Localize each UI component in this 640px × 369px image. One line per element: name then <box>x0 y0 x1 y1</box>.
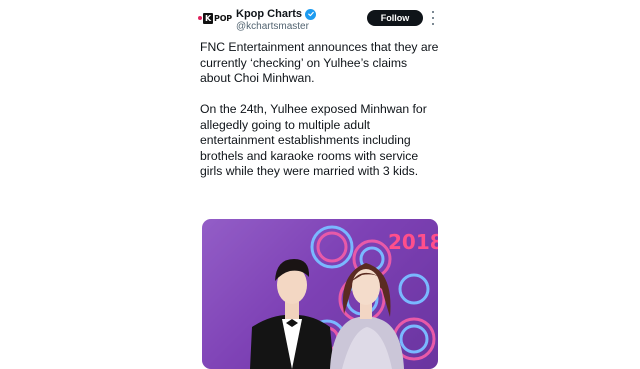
display-name[interactable]: Kpop Charts <box>236 8 302 20</box>
tweet-card: K POP Kpop Charts @kchartsmaster Follow … <box>198 0 440 369</box>
follow-button[interactable]: Follow <box>367 10 423 26</box>
tweet-photo[interactable]: 2018 <box>202 219 438 369</box>
sign-digits: 2018 <box>388 230 438 254</box>
verified-badge-icon <box>305 8 316 20</box>
account-avatar[interactable]: K POP <box>198 9 232 27</box>
tweet-paragraph-1: FNC Entertainment announces that they ar… <box>200 40 439 85</box>
tweet-paragraph-2: On the 24th, Yulhee exposed Minhwan for … <box>200 102 427 178</box>
account-name-row: Kpop Charts <box>236 8 316 20</box>
tweet-text: FNC Entertainment announces that they ar… <box>200 40 440 180</box>
more-options-icon[interactable] <box>430 11 436 25</box>
kpop-logo-icon: K POP <box>198 12 232 24</box>
photo-illustration: 2018 <box>202 219 438 369</box>
account-handle[interactable]: @kchartsmaster <box>236 21 309 32</box>
